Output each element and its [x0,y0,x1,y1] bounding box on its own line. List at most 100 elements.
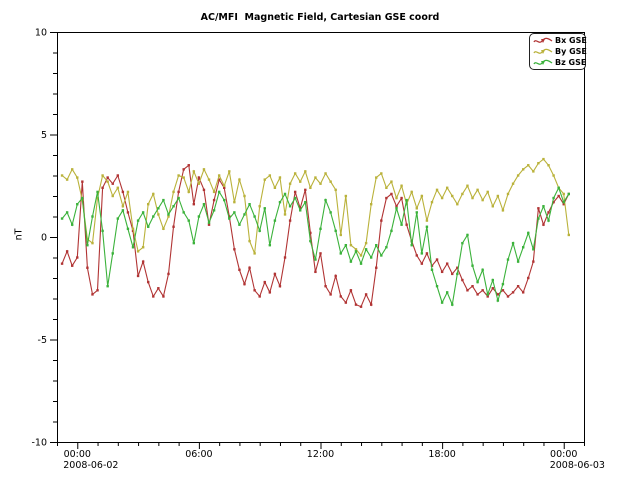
data-point-marker [421,262,423,264]
data-point-marker [537,162,539,164]
data-point-marker [350,260,352,262]
data-point-marker [557,187,559,189]
data-point-marker [476,281,478,283]
data-point-marker [193,242,195,244]
legend-label-bz: Bz GSE [555,59,586,67]
data-point-marker [456,273,458,275]
data-point-marker [137,275,139,277]
data-point-marker [319,183,321,185]
data-point-marker [177,191,179,193]
data-point-marker [208,221,210,223]
data-point-marker [66,211,68,213]
bx-line-sample-icon [533,37,553,45]
data-point-marker [471,197,473,199]
data-point-marker [547,164,549,166]
data-point-marker [527,164,529,166]
data-point-marker [304,189,306,191]
data-point-marker [162,295,164,297]
data-point-marker [456,203,458,205]
data-point-marker [466,234,468,236]
data-point-marker [416,254,418,256]
data-point-marker [517,174,519,176]
data-point-marker [162,228,164,230]
data-point-marker [431,269,433,271]
data-point-marker [269,291,271,293]
data-point-marker [441,271,443,273]
chart-title: AC/MFI Magnetic Field, Cartesian GSE coo… [0,12,640,23]
data-point-marker [147,281,149,283]
data-point-marker [492,287,494,289]
data-point-marker [502,283,504,285]
data-point-marker [188,164,190,166]
data-point-marker [395,197,397,199]
data-point-marker [466,185,468,187]
data-point-marker [557,195,559,197]
data-point-marker [319,252,321,254]
data-point-marker [264,281,266,283]
x-date-label: 2008-06-03 [550,460,605,471]
series-line-bx-gse [62,165,569,306]
data-point-marker [172,205,174,207]
data-point-marker [248,240,250,242]
data-point-marker [345,195,347,197]
data-point-marker [177,174,179,176]
data-point-marker [193,170,195,172]
data-point-marker [106,176,108,178]
data-point-marker [552,197,554,199]
data-point-marker [507,193,509,195]
data-point-marker [568,234,570,236]
data-point-marker [142,211,144,213]
data-point-marker [532,170,534,172]
data-point-marker [233,211,235,213]
data-point-marker [208,178,210,180]
data-point-marker [157,207,159,209]
plot-window: -10-5051000:002008-06-0206:0012:0018:000… [0,0,640,480]
data-point-marker [563,193,565,195]
data-point-marker [375,244,377,246]
data-point-marker [400,197,402,199]
y-tick-label: 5 [41,130,47,141]
data-point-marker [568,193,570,195]
data-point-marker [71,224,73,226]
data-point-marker [304,201,306,203]
data-point-marker [147,203,149,205]
data-point-marker [552,174,554,176]
data-point-marker [385,197,387,199]
data-point-marker [441,197,443,199]
data-point-marker [345,244,347,246]
data-point-marker [112,183,114,185]
data-point-marker [481,289,483,291]
data-point-marker [360,262,362,264]
data-point-marker [223,185,225,187]
data-point-marker [289,205,291,207]
data-point-marker [512,242,514,244]
data-point-marker [476,189,478,191]
y-tick-label: 0 [41,233,47,244]
y-tick-label: -5 [38,335,47,346]
data-point-marker [542,224,544,226]
data-point-marker [258,205,260,207]
data-point-marker [274,187,276,189]
data-point-marker [258,230,260,232]
data-point-marker [502,289,504,291]
data-point-marker [188,191,190,193]
data-point-marker [264,207,266,209]
data-point-marker [350,289,352,291]
data-point-marker [461,242,463,244]
data-point-marker [481,269,483,271]
data-point-marker [527,277,529,279]
data-point-marker [436,189,438,191]
data-point-marker [375,267,377,269]
data-point-marker [218,191,220,193]
data-point-marker [532,260,534,262]
data-point-marker [284,256,286,258]
data-point-marker [507,295,509,297]
data-point-marker [182,176,184,178]
data-point-marker [76,256,78,258]
data-point-marker [91,293,93,295]
data-point-marker [340,234,342,236]
data-point-marker [248,267,250,269]
data-point-marker [324,199,326,201]
data-point-marker [182,211,184,213]
data-point-marker [106,285,108,287]
